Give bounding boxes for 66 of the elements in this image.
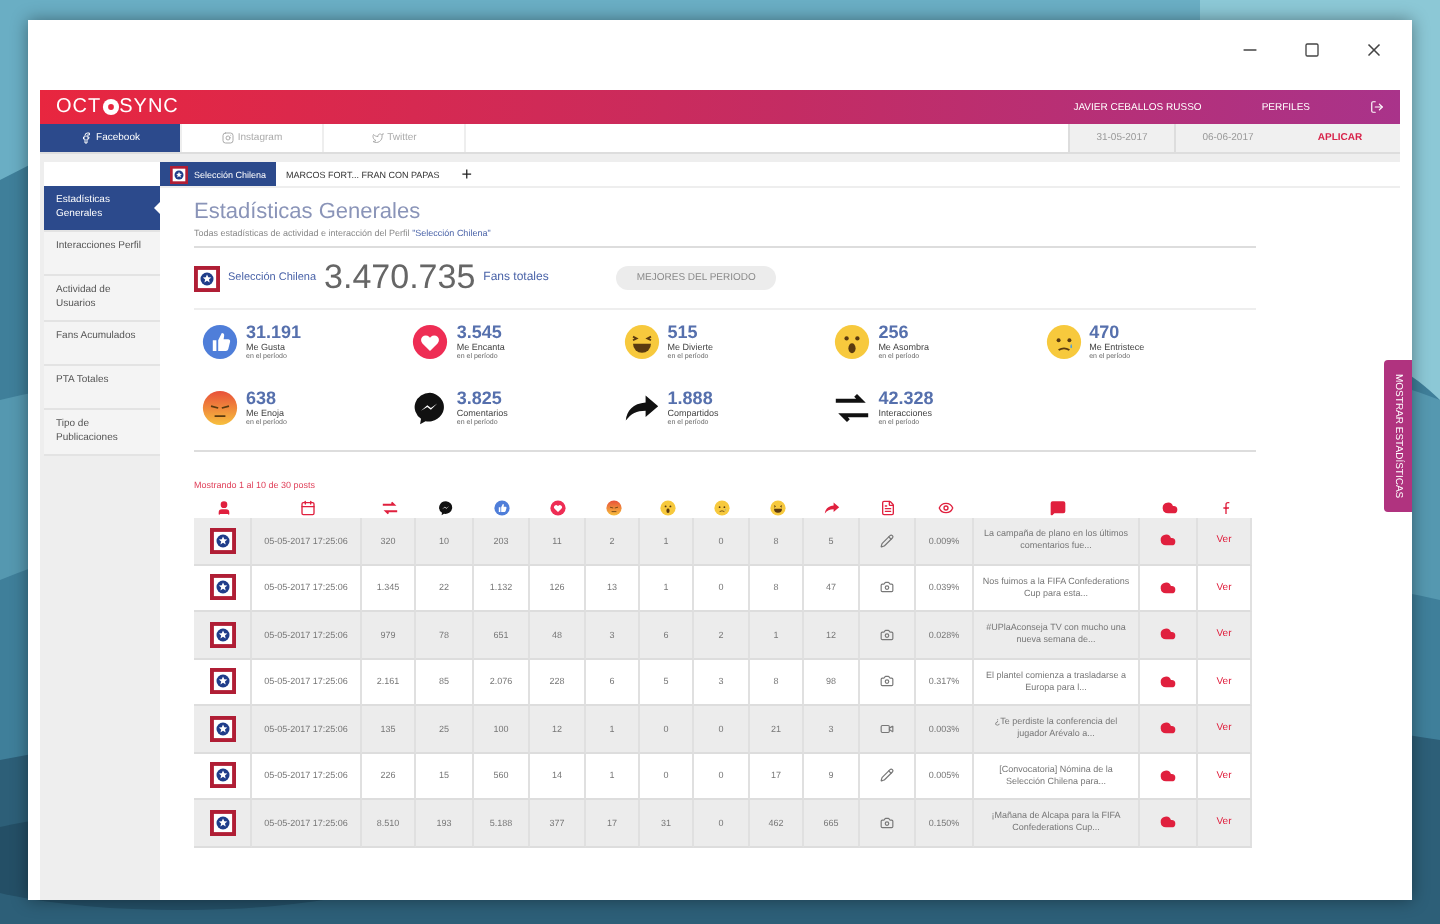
cloud-icon[interactable] bbox=[1160, 720, 1176, 737]
stat-value: 638 bbox=[246, 388, 279, 408]
chat-bubble-icon bbox=[412, 389, 449, 425]
close-icon[interactable] bbox=[1364, 40, 1384, 60]
swap-arrows-icon bbox=[834, 389, 871, 425]
team-crest-icon bbox=[209, 527, 235, 554]
angry-face-icon bbox=[605, 499, 621, 515]
surprised-face-icon bbox=[834, 323, 871, 359]
person-icon[interactable] bbox=[215, 499, 231, 515]
stat-value: 470 bbox=[1089, 322, 1122, 342]
cloud-icon[interactable] bbox=[1160, 626, 1176, 643]
team-crest-icon bbox=[209, 809, 235, 836]
sidebar-header bbox=[44, 162, 160, 186]
cloud-icon[interactable] bbox=[1160, 767, 1176, 784]
twitter-icon bbox=[371, 132, 384, 144]
laughing-face-icon bbox=[623, 323, 660, 359]
instagram-icon bbox=[221, 132, 234, 144]
chat-bubble-icon bbox=[437, 499, 453, 515]
logo-text: OCT bbox=[56, 96, 102, 118]
stat-value: 31.191 bbox=[246, 322, 302, 342]
add-tab-button[interactable]: + bbox=[449, 164, 485, 184]
pencil-icon bbox=[880, 768, 894, 783]
cloud-icon[interactable] bbox=[1160, 814, 1176, 831]
stat-value: 1.888 bbox=[667, 388, 715, 408]
angry-face-icon bbox=[202, 389, 238, 425]
stat-value: 42.328 bbox=[878, 388, 934, 408]
stat-value: 3.545 bbox=[456, 322, 504, 342]
cloud-icon[interactable] bbox=[1160, 673, 1176, 690]
laughing-face-icon bbox=[769, 499, 785, 515]
sad-face-icon bbox=[714, 499, 730, 515]
swap-arrows-icon[interactable] bbox=[381, 499, 397, 515]
message-icon[interactable] bbox=[1049, 499, 1065, 515]
camera-icon bbox=[880, 815, 894, 830]
like-icon bbox=[494, 499, 510, 515]
like-icon bbox=[202, 323, 238, 359]
camera-icon bbox=[880, 580, 894, 595]
video-icon bbox=[880, 721, 894, 736]
logo-icon bbox=[101, 98, 120, 116]
cloud-icon[interactable] bbox=[1161, 499, 1177, 515]
document-icon[interactable] bbox=[880, 499, 896, 515]
logo-text: SYNC bbox=[119, 96, 179, 118]
team-crest-icon bbox=[209, 668, 235, 695]
eye-icon[interactable] bbox=[937, 499, 953, 515]
team-crest-icon bbox=[194, 265, 220, 291]
camera-icon bbox=[880, 627, 894, 642]
stat-value: 256 bbox=[878, 322, 911, 342]
team-crest-icon bbox=[209, 574, 235, 601]
team-crest-icon bbox=[209, 621, 235, 648]
share-arrow-icon[interactable] bbox=[824, 499, 840, 515]
cloud-icon[interactable] bbox=[1160, 579, 1176, 596]
facebook-icon bbox=[80, 132, 93, 144]
page-title: Estadísticas Generales bbox=[194, 200, 423, 224]
pencil-icon bbox=[880, 533, 894, 548]
stat-value: 515 bbox=[667, 322, 700, 342]
stat-value: 3.825 bbox=[456, 388, 504, 408]
heart-icon bbox=[550, 499, 566, 515]
team-crest-icon bbox=[209, 715, 235, 742]
surprised-face-icon bbox=[659, 499, 675, 515]
facebook-icon[interactable] bbox=[1217, 499, 1233, 515]
calendar-icon[interactable] bbox=[299, 499, 315, 515]
logout-icon[interactable] bbox=[1370, 100, 1384, 114]
team-crest-icon bbox=[209, 762, 235, 789]
sad-face-icon bbox=[1045, 323, 1082, 359]
camera-icon bbox=[880, 674, 894, 689]
fans-count: 3.470.735 bbox=[324, 258, 476, 298]
maximize-icon[interactable] bbox=[1304, 42, 1320, 58]
